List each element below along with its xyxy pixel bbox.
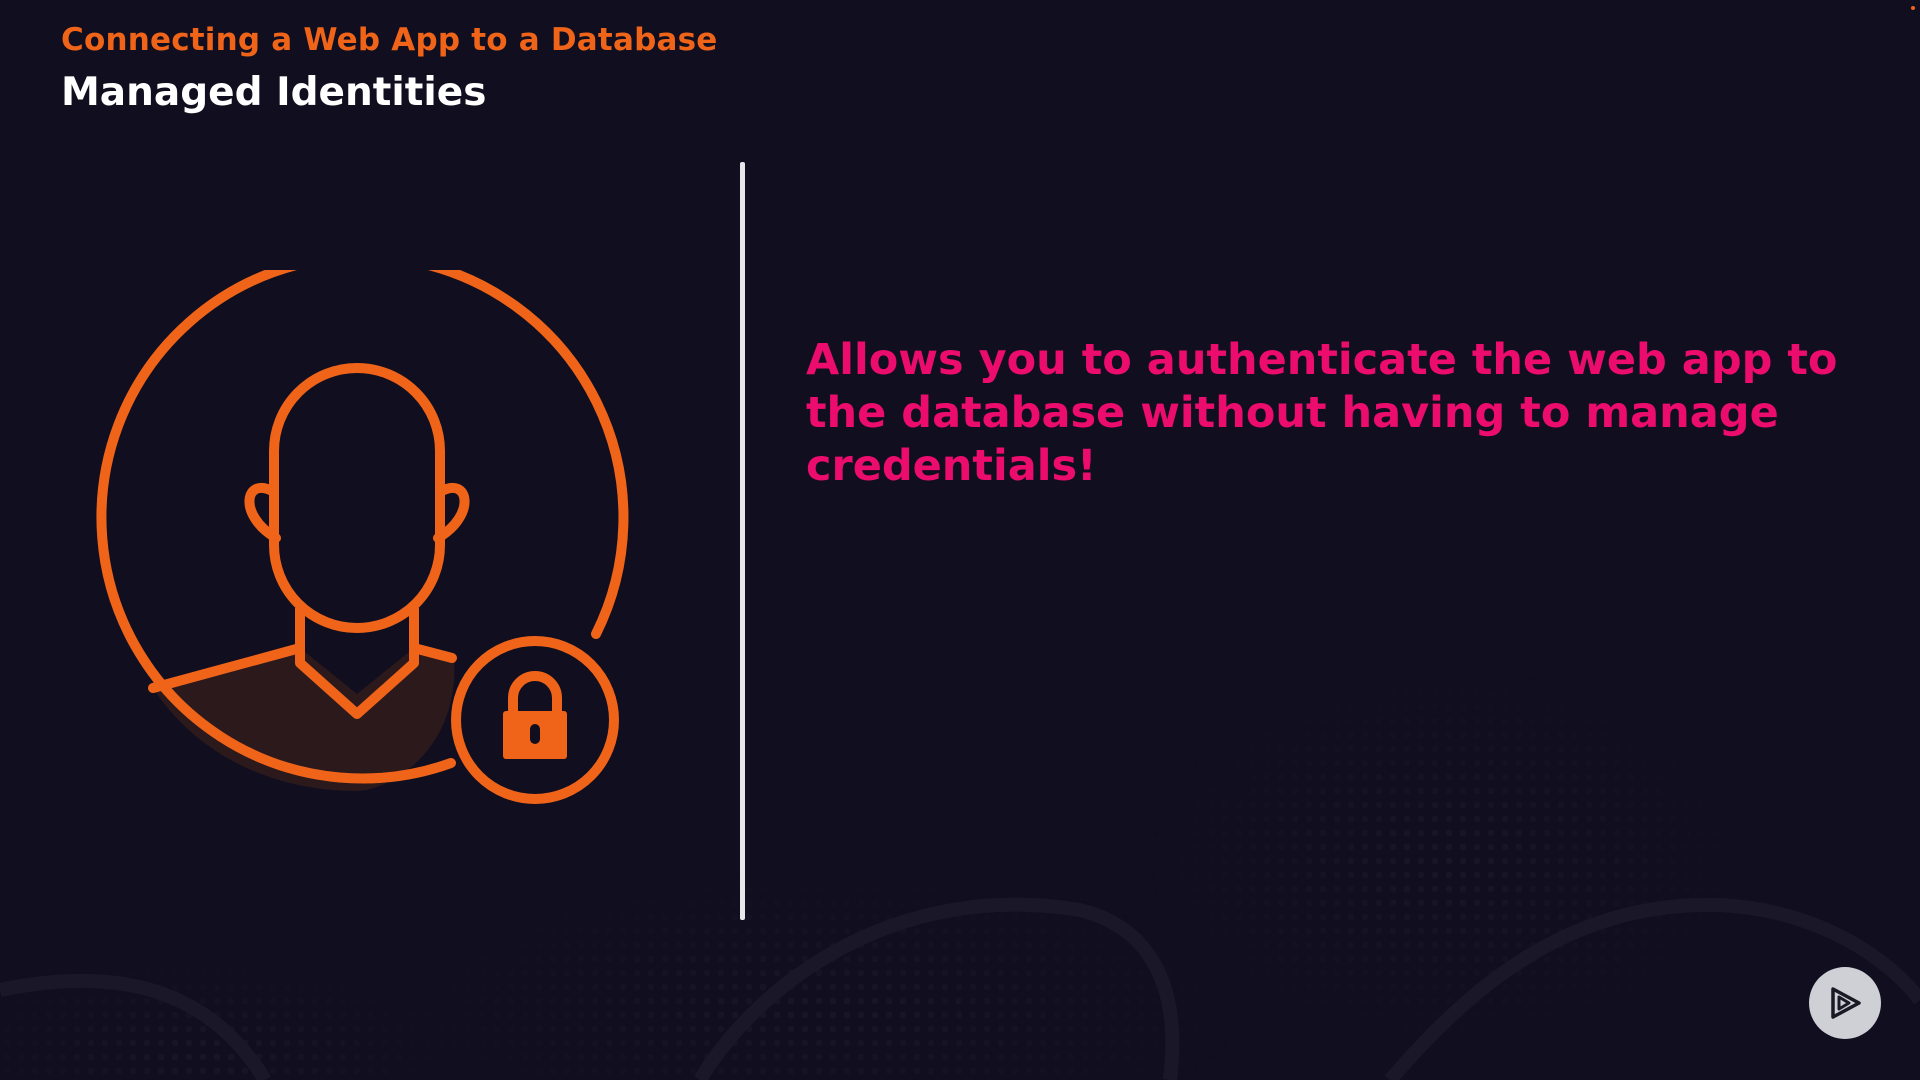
slide: Connecting a Web App to a Database Manag… — [0, 0, 1920, 1080]
play-logo-icon — [1831, 987, 1861, 1019]
lock-icon — [451, 636, 619, 804]
play-button[interactable] — [1809, 967, 1881, 1039]
progress-indicator-dot — [1911, 6, 1915, 10]
page-title: Managed Identities — [61, 70, 487, 115]
module-title: Connecting a Web App to a Database — [61, 22, 718, 58]
slide-statement: Allows you to authenticate the web app t… — [806, 335, 1838, 491]
section-divider — [740, 162, 745, 920]
